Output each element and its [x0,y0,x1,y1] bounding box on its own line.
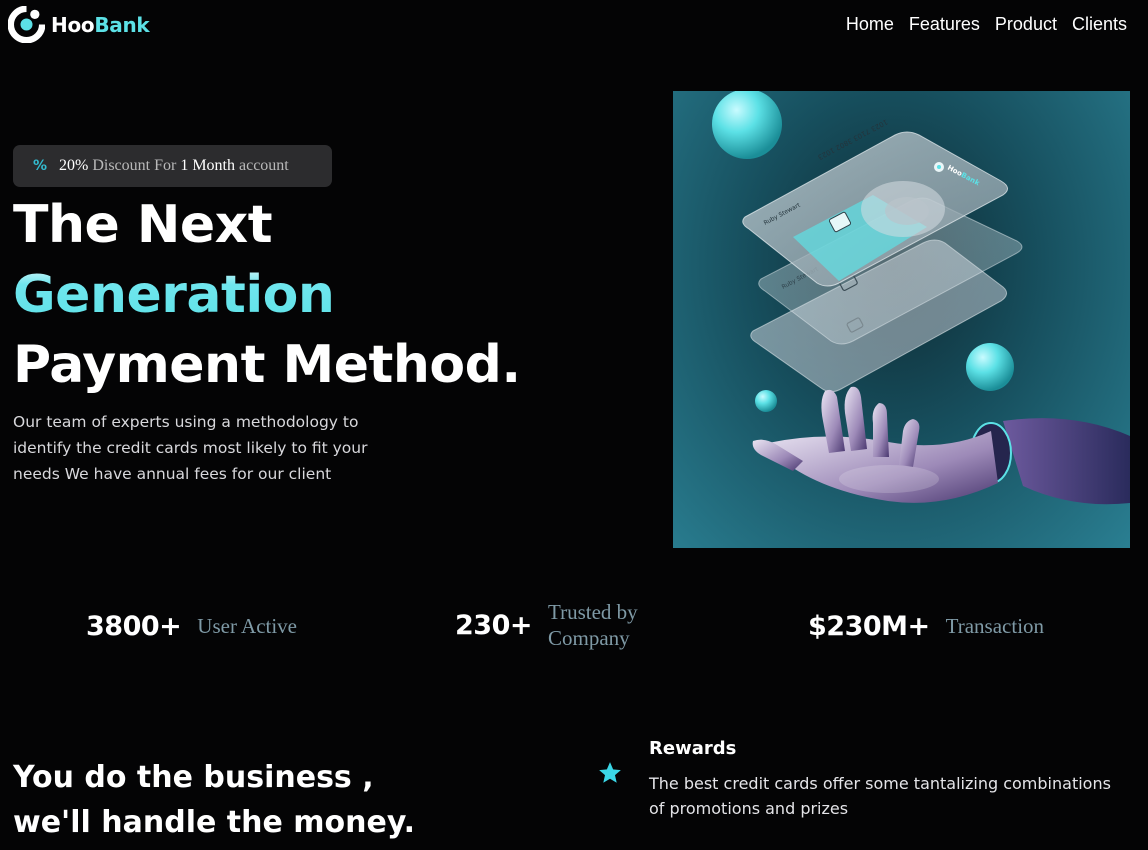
stat-value: 3800+ [86,610,182,642]
main-nav: Home Features Product Clients [846,14,1127,35]
stat-users: 3800+ User Active [86,602,317,650]
sphere-small [755,390,777,412]
business-title-line-2: we'll handle the money. [13,805,416,840]
hero-title-line-1: The Next [13,195,273,255]
hero-illustration: Ruby Stewart 1023 7103 3802 1023 Ruby St… [673,91,1130,548]
sphere-large [712,91,782,159]
stat-label: User Active [197,614,298,638]
star-icon [599,762,621,783]
nav-features-link[interactable]: Features [909,14,980,35]
feature-text-rewards: The best credit cards offer some tantali… [649,774,1111,818]
feature-title-rewards: Rewards [649,738,737,759]
sphere-medium [966,343,1014,391]
nav-home-link[interactable]: Home [846,14,894,35]
nav-clients-link[interactable]: Clients [1072,14,1127,35]
logo-icon [8,6,45,43]
stat-transactions: $230M+ Transaction [808,602,1066,650]
discount-suffix: account [239,157,289,174]
discount-icon: % [33,158,48,174]
nav-product-link[interactable]: Product [995,14,1057,35]
brand-logo[interactable]: HooBank [8,6,150,43]
brand-name: HooBank [51,12,150,37]
discount-text: Discount For [92,157,177,174]
robot-hand [752,386,1130,505]
business-title: You do the business , we'll handle the m… [13,755,415,845]
discount-percent: 20% [59,157,89,174]
stat-companies: 230+ Trusted by Company [455,599,658,651]
hero-title-line-2: Generation [13,260,521,330]
hero-title-line-3: Payment Method. [13,335,521,395]
stat-value: $230M+ [808,610,930,642]
stat-value: 230+ [455,609,532,641]
stat-label: Trusted by Company [547,600,638,650]
hero-title: The Next Generation Payment Method. [13,190,521,400]
landing-page: HooBank Home Features Product Clients % … [0,0,1148,850]
discount-period: 1 Month [180,157,235,174]
cards-robot-hand-image: Ruby Stewart 1023 7103 3802 1023 Ruby St… [712,91,1130,505]
discount-badge: % 20% Discount For 1 Month account [13,145,332,187]
hero-description: Our team of experts using a methodology … [13,413,368,483]
stat-label: Transaction [945,614,1045,638]
business-title-line-1: You do the business , [13,760,374,795]
